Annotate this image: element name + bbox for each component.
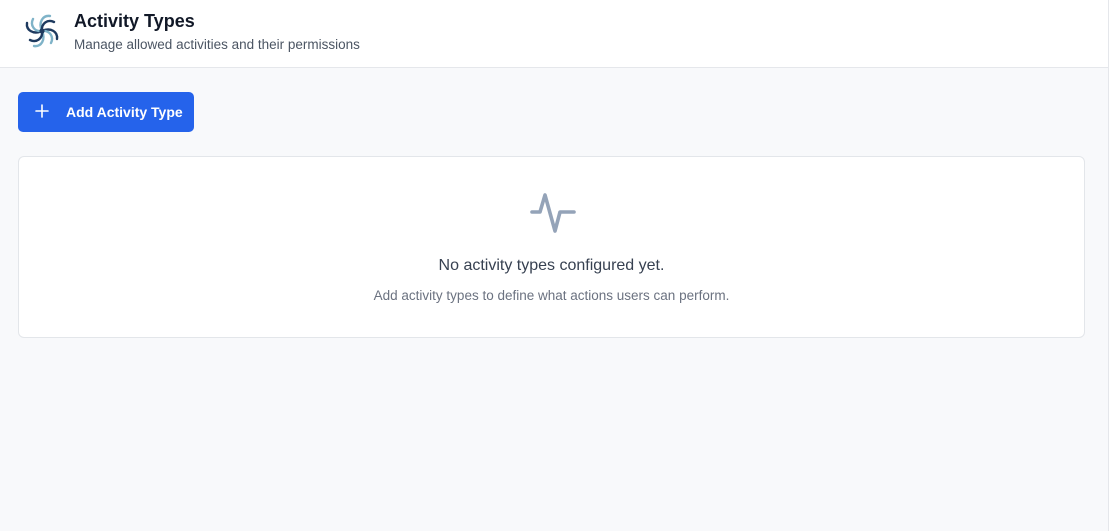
empty-state-title: No activity types configured yet. xyxy=(438,257,665,274)
add-activity-type-button[interactable]: Add Activity Type xyxy=(18,92,194,132)
spiral-flower-logo-icon xyxy=(25,14,59,48)
empty-state-description: Add activity types to define what action… xyxy=(373,288,730,303)
page-subtitle: Manage allowed activities and their perm… xyxy=(74,37,360,52)
add-activity-type-label: Add Activity Type xyxy=(66,104,183,120)
app-root: Activity Types Manage allowed activities… xyxy=(0,0,1111,531)
page-title: Activity Types xyxy=(74,11,195,31)
activity-pulse-icon xyxy=(530,193,576,233)
empty-state-card: No activity types configured yet. Add ac… xyxy=(18,156,1085,338)
plus-icon xyxy=(35,104,49,118)
page-header: Activity Types Manage allowed activities… xyxy=(0,0,1108,68)
